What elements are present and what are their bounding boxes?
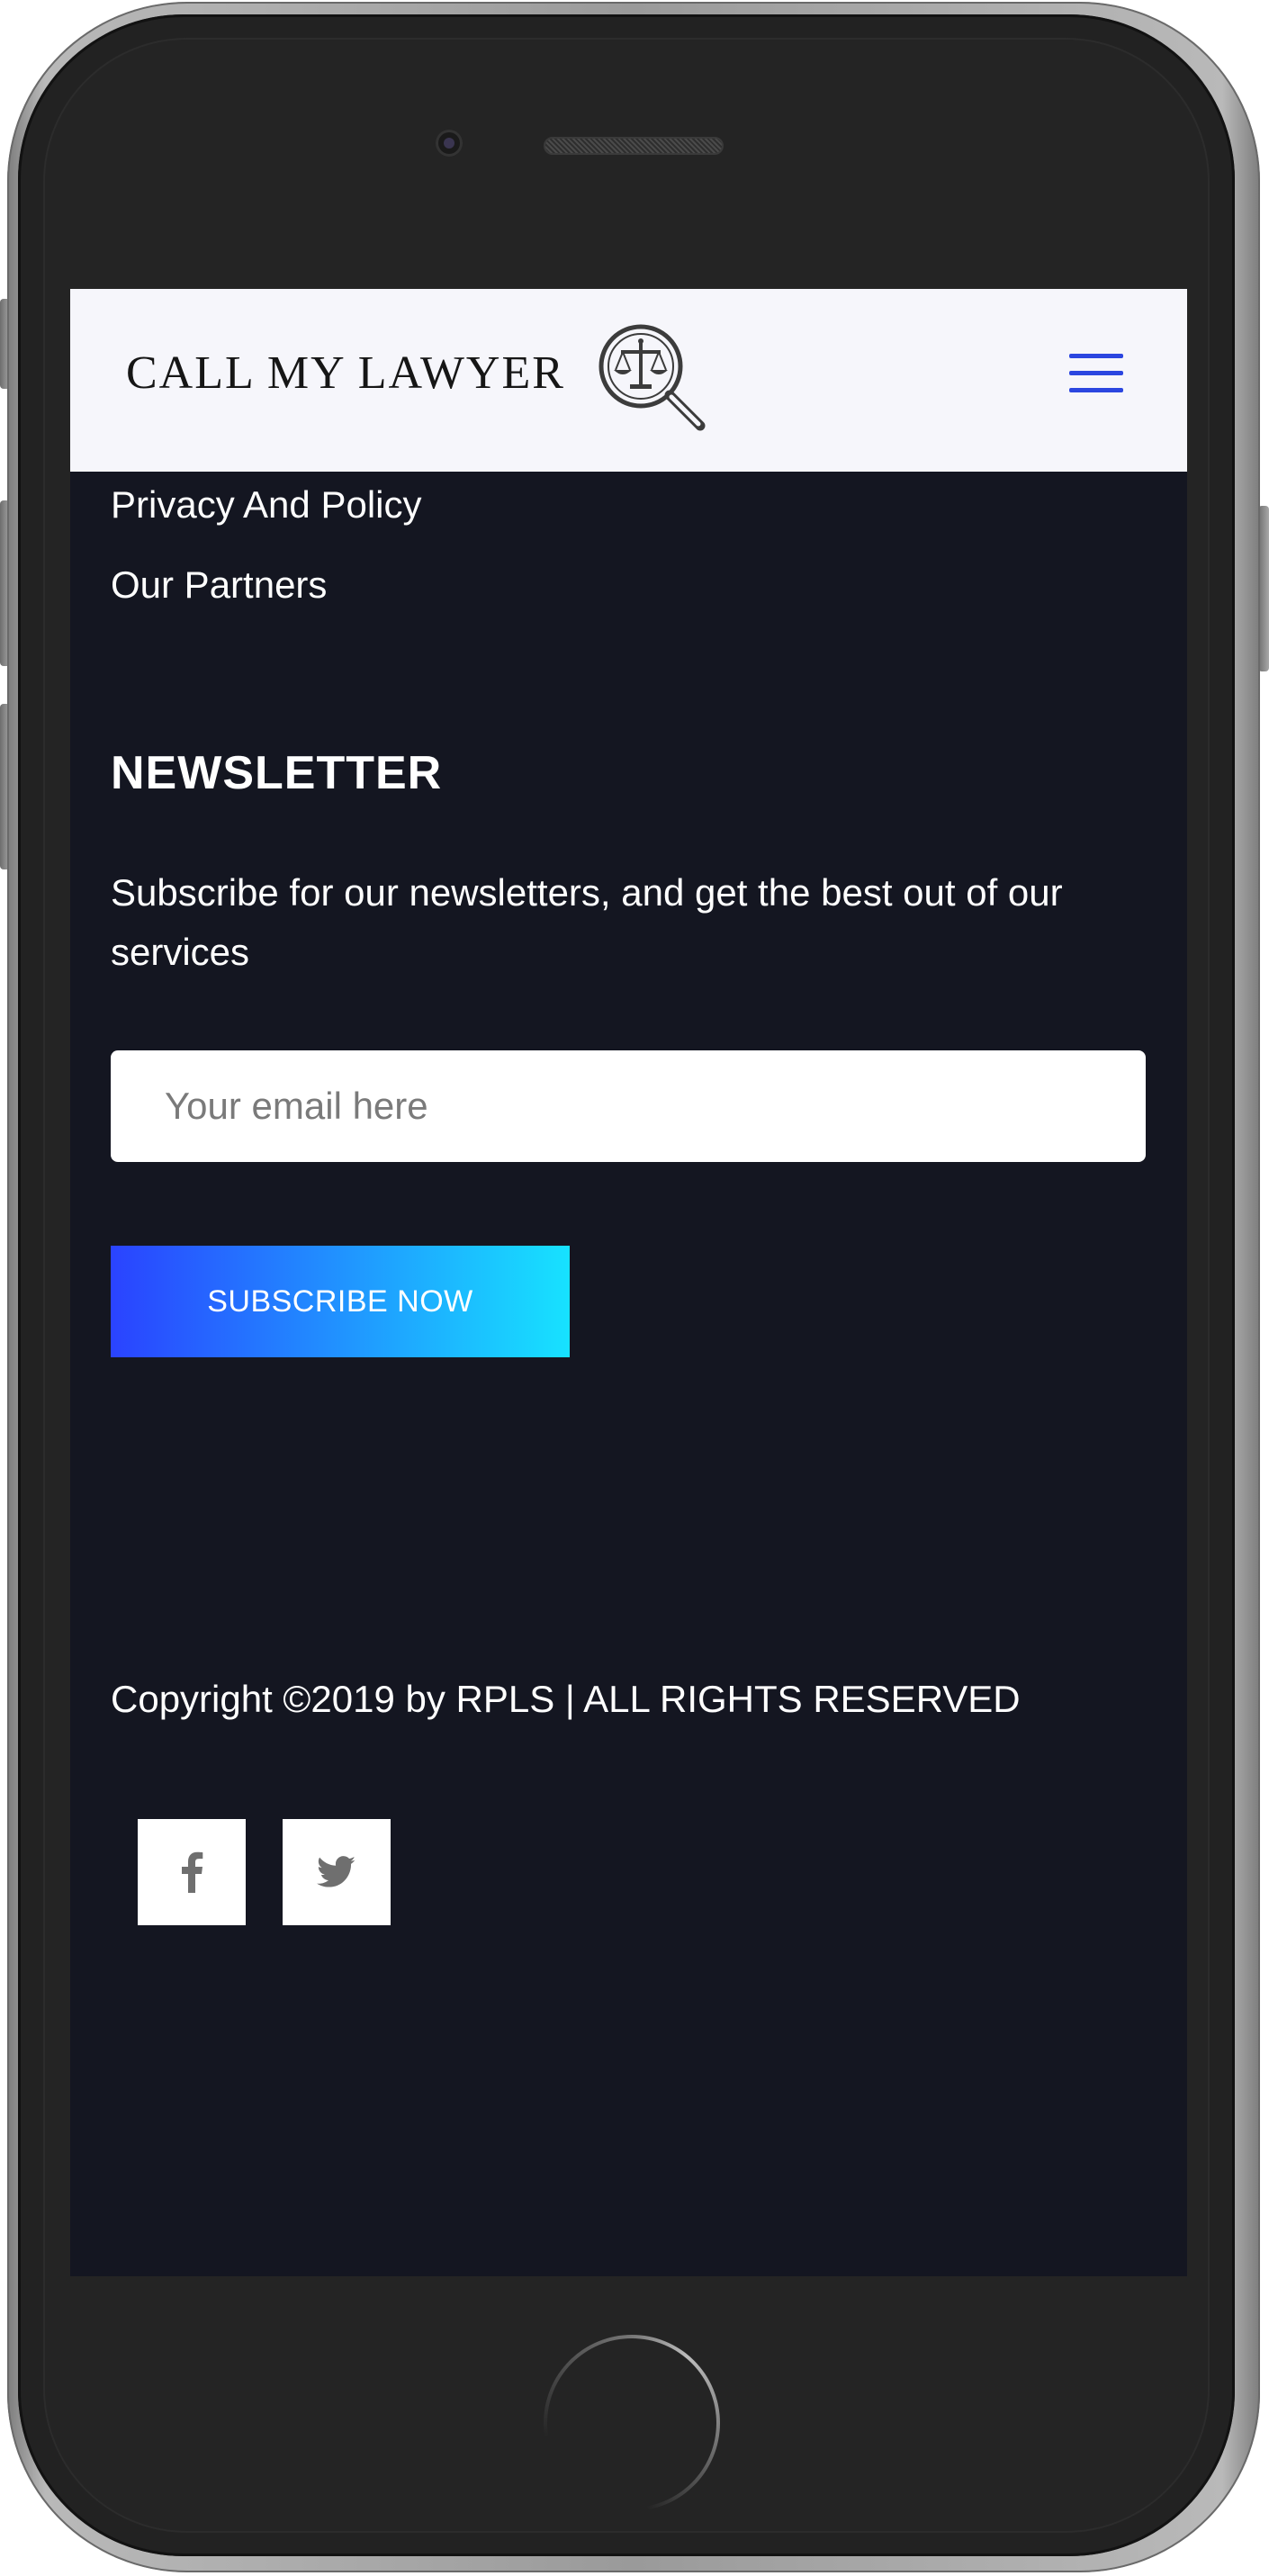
newsletter-description: Subscribe for our newsletters, and get t… xyxy=(111,871,1063,973)
email-input[interactable] xyxy=(111,1050,1146,1162)
copyright-text: Copyright ©2019 by RPLS | ALL RIGHTS RES… xyxy=(111,1678,1021,1720)
twitter-icon xyxy=(317,1856,356,1887)
site-header: CALL MY LAWYER xyxy=(70,289,1187,472)
twitter-button[interactable] xyxy=(283,1819,391,1925)
home-button[interactable] xyxy=(544,2335,720,2511)
scales-magnifier-icon xyxy=(598,324,706,431)
facebook-button[interactable] xyxy=(138,1819,246,1925)
brand-logo[interactable]: CALL MY LAWYER xyxy=(126,324,706,431)
footer-link-privacy[interactable]: Privacy And Policy xyxy=(111,486,421,524)
device-frame: CALL MY LAWYER Privacy And Policy Our Pa… xyxy=(0,0,1269,2576)
newsletter-title: NEWSLETTER xyxy=(111,747,443,799)
footer-link-partners[interactable]: Our Partners xyxy=(111,566,327,604)
facebook-icon xyxy=(182,1851,203,1893)
phone-screen: CALL MY LAWYER Privacy And Policy Our Pa… xyxy=(70,289,1187,2276)
earpiece-speaker xyxy=(544,137,724,155)
brand-name: CALL MY LAWYER xyxy=(126,347,565,399)
hamburger-menu-icon[interactable] xyxy=(1067,350,1125,397)
subscribe-button[interactable]: SUBSCRIBE NOW xyxy=(111,1246,570,1357)
front-camera xyxy=(436,130,463,157)
